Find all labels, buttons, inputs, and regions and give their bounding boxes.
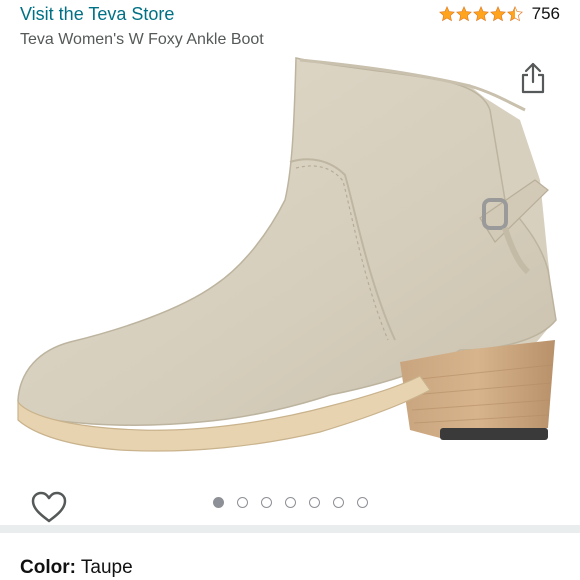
section-divider [0, 525, 580, 533]
rating-count[interactable]: 756 [532, 4, 560, 24]
image-carousel-dots [0, 497, 580, 508]
product-header: Visit the Teva Store 756 Teva Women's W … [0, 0, 580, 56]
rating-stars [438, 6, 524, 22]
carousel-dot[interactable] [260, 497, 272, 508]
star-icon [455, 6, 472, 22]
star-icon [472, 6, 489, 22]
carousel-dot[interactable] [356, 497, 368, 508]
color-label: Color: [20, 557, 76, 578]
color-selection: Color: Taupe [20, 557, 133, 579]
product-image-gallery[interactable] [0, 50, 580, 523]
carousel-dot[interactable] [308, 497, 320, 508]
carousel-dot[interactable] [236, 497, 248, 508]
color-value: Taupe [80, 557, 133, 578]
carousel-dot[interactable] [332, 497, 344, 508]
store-link[interactable]: Visit the Teva Store [20, 4, 174, 25]
star-icon [438, 6, 455, 22]
star-icon [489, 6, 506, 22]
half-star-icon [506, 6, 523, 22]
carousel-dot[interactable] [212, 497, 224, 508]
product-title: Teva Women's W Foxy Ankle Boot [20, 31, 264, 48]
carousel-dot[interactable] [284, 497, 296, 508]
star-rating[interactable]: 756 [438, 4, 560, 24]
share-icon[interactable] [520, 62, 546, 94]
product-image[interactable] [0, 50, 580, 490]
